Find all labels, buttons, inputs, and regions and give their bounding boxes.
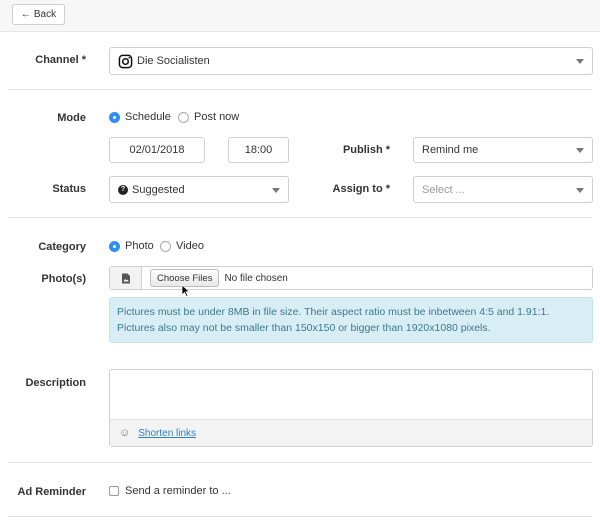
no-file-text: No file chosen	[224, 272, 288, 284]
date-input[interactable]: 02/01/2018	[109, 137, 205, 163]
publish-select[interactable]: Remind me	[413, 137, 593, 163]
category-video-radio[interactable]: Video	[160, 240, 204, 252]
mouse-cursor-icon	[181, 284, 191, 298]
mode-post-now-label: Post now	[194, 111, 240, 123]
back-label: Back	[33, 9, 57, 20]
channel-value: Die Socialisten	[137, 55, 210, 67]
checkbox-icon	[109, 486, 119, 496]
mode-schedule-label: Schedule	[125, 111, 171, 123]
radio-unchecked-icon	[178, 111, 189, 123]
photos-label: Photo(s)	[41, 273, 86, 285]
radio-checked-icon	[109, 240, 120, 252]
time-input[interactable]: 18:00	[228, 137, 289, 163]
arrow-left-icon: ←	[20, 9, 31, 20]
divider	[8, 516, 592, 517]
ad-reminder-checkbox-label: Send a reminder to ...	[125, 485, 231, 497]
chevron-down-icon	[576, 187, 584, 193]
info-line-1: Pictures must be under 8MB in file size.…	[117, 306, 550, 318]
divider	[8, 217, 592, 218]
ad-reminder-checkbox[interactable]: Send a reminder to ...	[109, 485, 231, 497]
radio-checked-icon	[109, 111, 120, 123]
category-label: Category	[38, 241, 86, 253]
back-button[interactable]: ← Back	[12, 4, 65, 25]
mode-label: Mode	[57, 112, 86, 124]
image-file-icon	[110, 267, 142, 289]
shorten-links-link[interactable]: Shorten links	[138, 428, 196, 439]
smiley-icon[interactable]: ☺	[119, 427, 130, 439]
radio-unchecked-icon	[160, 240, 171, 252]
assign-select[interactable]: Select ...	[413, 176, 593, 203]
description-toolbar: ☺ Shorten links	[110, 419, 592, 446]
chevron-down-icon	[576, 148, 584, 153]
category-photo-label: Photo	[125, 240, 154, 252]
ad-reminder-label: Ad Reminder	[17, 486, 86, 498]
assign-label: Assign to *	[332, 183, 390, 195]
assign-placeholder: Select ...	[422, 183, 465, 196]
chevron-down-icon	[576, 59, 584, 64]
publish-value: Remind me	[422, 144, 479, 156]
category-photo-radio[interactable]: Photo	[109, 240, 154, 252]
publish-label: Publish *	[342, 144, 390, 156]
time-value: 18:00	[244, 144, 273, 156]
description-label: Description	[25, 377, 86, 389]
chevron-down-icon	[272, 187, 280, 193]
photo-requirements-alert: Pictures must be under 8MB in file size.…	[109, 297, 593, 343]
instagram-icon	[118, 54, 133, 68]
date-value: 02/01/2018	[129, 144, 185, 156]
channel-select[interactable]: Die Socialisten	[109, 47, 593, 75]
info-line-2: Pictures also may not be smaller than 15…	[117, 322, 491, 334]
divider	[8, 89, 592, 90]
status-value: Suggested	[132, 183, 185, 196]
status-label: Status	[52, 183, 86, 195]
mode-post-now-radio[interactable]: Post now	[178, 111, 239, 123]
mode-schedule-radio[interactable]: Schedule	[109, 111, 171, 123]
category-video-label: Video	[176, 240, 204, 252]
divider	[8, 462, 592, 463]
question-circle-icon: ?	[118, 184, 128, 195]
top-bar	[0, 0, 600, 32]
channel-label: Channel *	[35, 54, 86, 66]
status-select[interactable]: ? Suggested	[109, 176, 289, 203]
